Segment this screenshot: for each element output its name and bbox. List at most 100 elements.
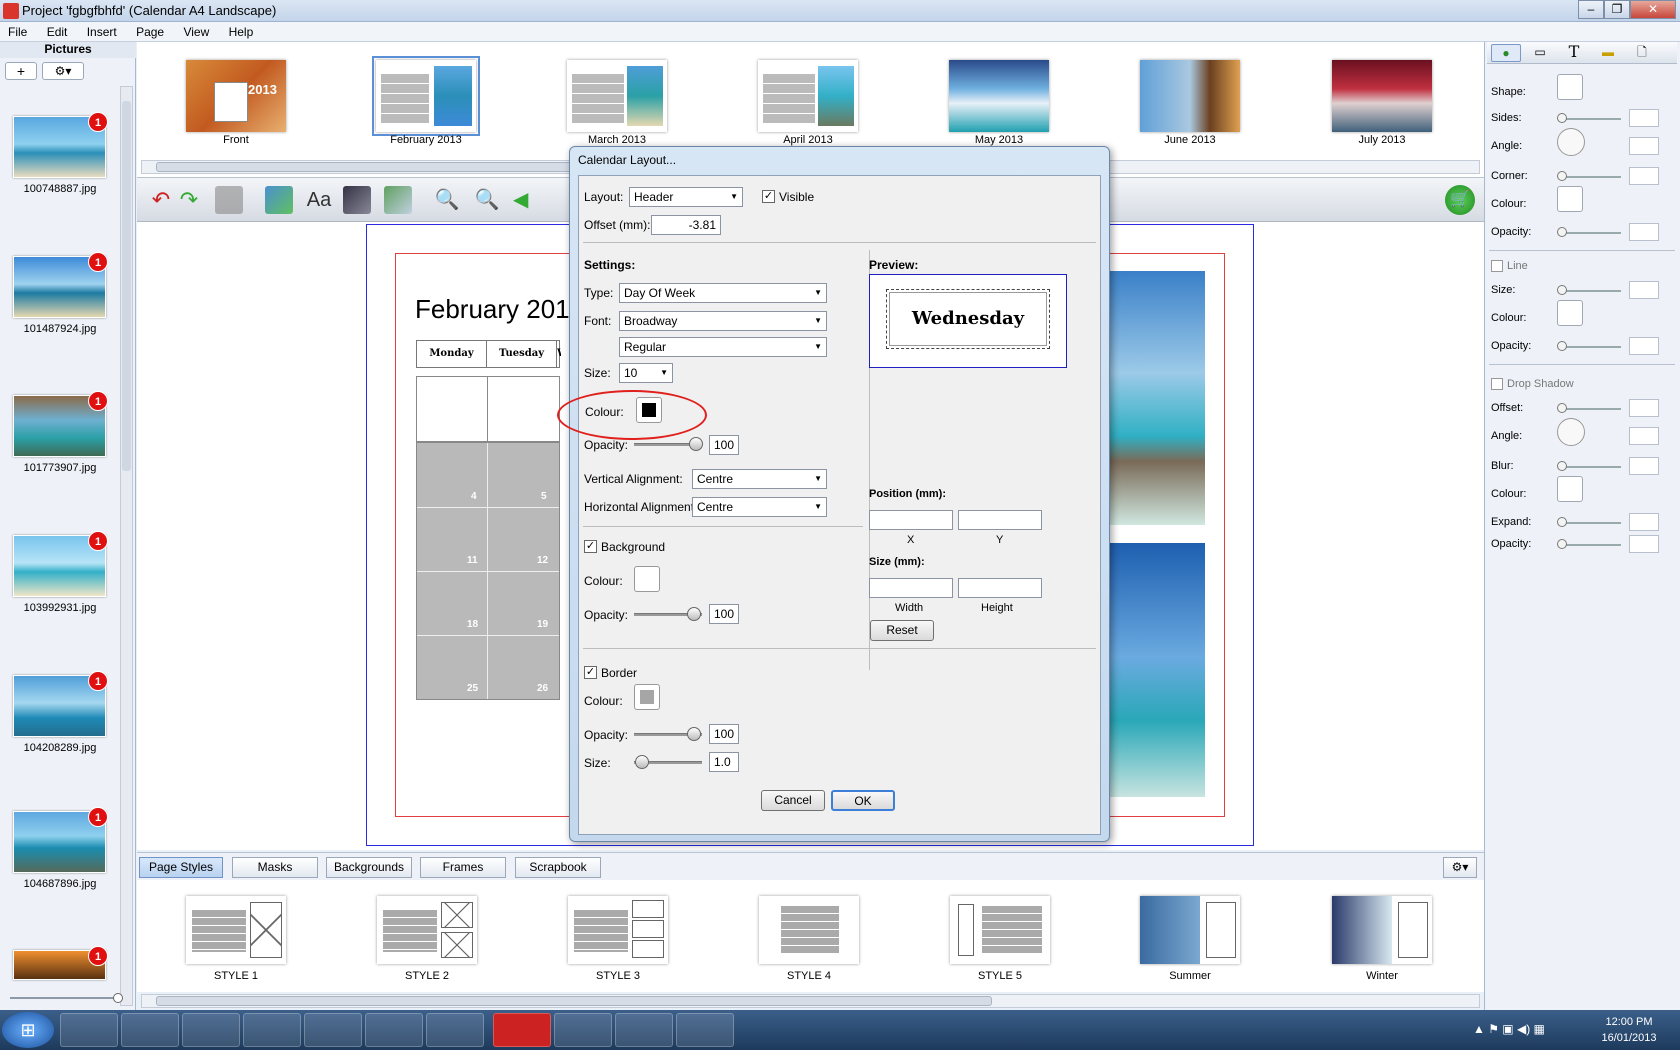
text-tab-icon[interactable]: T: [1559, 44, 1589, 62]
colour-swatch[interactable]: [1557, 186, 1583, 212]
style-thumb[interactable]: [1140, 896, 1240, 964]
opacity-input[interactable]: [1629, 223, 1659, 241]
style-thumb[interactable]: [568, 896, 668, 964]
menu-file[interactable]: File: [0, 22, 35, 42]
page-tab-icon[interactable]: 🗋: [1627, 44, 1657, 62]
halign-select[interactable]: Centre: [692, 497, 827, 517]
style-thumb[interactable]: [377, 896, 477, 964]
start-button[interactable]: ⊞: [2, 1012, 54, 1048]
page-thumb-july[interactable]: [1332, 60, 1432, 132]
window-icon[interactable]: [365, 1013, 423, 1047]
background-checkbox[interactable]: ✓: [584, 540, 597, 553]
tab-scrapbook[interactable]: Scrapbook: [515, 857, 601, 878]
bg-opacity-slider-knob[interactable]: [687, 607, 701, 621]
pictures-scrollbar[interactable]: [120, 86, 133, 1006]
close-button[interactable]: ✕: [1630, 0, 1676, 19]
save-icon[interactable]: [215, 186, 243, 214]
shadow-offset-slider[interactable]: [1561, 408, 1621, 410]
menu-help[interactable]: Help: [221, 22, 262, 42]
scrollbar-thumb[interactable]: [156, 996, 992, 1006]
redo-icon[interactable]: ↷: [175, 186, 203, 214]
shadow-blur-slider[interactable]: [1561, 466, 1621, 468]
explorer-icon[interactable]: [121, 1013, 179, 1047]
zoom-out-icon[interactable]: 🔍: [433, 186, 461, 214]
opacity-knob[interactable]: [1557, 227, 1567, 237]
shadow-blur-input[interactable]: [1629, 457, 1659, 475]
media-player-icon[interactable]: [182, 1013, 240, 1047]
flag-icon[interactable]: [304, 1013, 362, 1047]
border-opacity-slider-knob[interactable]: [687, 727, 701, 741]
angle-input[interactable]: [1629, 137, 1659, 155]
arrow-left-icon[interactable]: ◀: [513, 186, 531, 214]
border-colour-swatch[interactable]: [634, 684, 660, 710]
width-input[interactable]: [869, 578, 953, 598]
page-thumb-june[interactable]: [1140, 60, 1240, 132]
zoom-slider[interactable]: [10, 997, 122, 999]
tray-icons[interactable]: ▲ ⚑ ▣ ◀) ▦: [1473, 1022, 1545, 1036]
line-opacity-knob[interactable]: [1557, 341, 1567, 351]
ok-button[interactable]: OK: [831, 790, 895, 811]
style-thumb[interactable]: [759, 896, 859, 964]
style-thumb[interactable]: [1332, 896, 1432, 964]
shadow-opacity-knob[interactable]: [1557, 539, 1567, 549]
paint-icon[interactable]: [676, 1013, 734, 1047]
cart-icon[interactable]: 🛒: [1445, 185, 1475, 215]
clock-time[interactable]: 12:00 PM: [1598, 1016, 1660, 1028]
bg-colour-swatch[interactable]: [634, 566, 660, 592]
type-select[interactable]: Day Of Week: [619, 283, 827, 303]
shadow-expand-slider[interactable]: [1561, 522, 1621, 524]
bg-opacity-input[interactable]: 100: [709, 604, 739, 624]
photobook-icon[interactable]: [493, 1013, 551, 1047]
restore-button[interactable]: ❐: [1604, 0, 1630, 19]
line-checkbox[interactable]: [1491, 260, 1503, 272]
line-size-knob[interactable]: [1557, 285, 1567, 295]
shadow-offset-knob[interactable]: [1557, 403, 1567, 413]
shadow-opacity-input[interactable]: [1629, 535, 1659, 553]
undo-icon[interactable]: ↶: [147, 186, 175, 214]
shape-picker[interactable]: [1557, 74, 1583, 100]
acrobat-icon[interactable]: [554, 1013, 612, 1047]
photo-bottom[interactable]: [1110, 543, 1205, 797]
font-style-select[interactable]: Regular: [619, 337, 827, 357]
line-opacity-slider[interactable]: [1561, 346, 1621, 348]
position-x-input[interactable]: [869, 510, 953, 530]
line-size-slider[interactable]: [1561, 290, 1621, 292]
day-header[interactable]: Monday: [417, 341, 487, 367]
drop-shadow-checkbox[interactable]: [1491, 378, 1503, 390]
height-input[interactable]: [958, 578, 1042, 598]
add-picture-icon[interactable]: [265, 186, 293, 214]
tab-page-styles[interactable]: Page Styles: [139, 857, 223, 878]
picture-viewer-icon[interactable]: [615, 1013, 673, 1047]
add-text-icon[interactable]: Aa: [305, 186, 333, 214]
shadow-angle-dial[interactable]: [1557, 418, 1585, 446]
frame-tab-icon[interactable]: ▭: [1525, 44, 1555, 62]
ruler-tab-icon[interactable]: ▬: [1593, 44, 1623, 62]
size-select[interactable]: 10: [619, 363, 673, 383]
opacity-slider-knob[interactable]: [689, 437, 703, 451]
styles-scrollbar[interactable]: [141, 994, 1480, 1008]
shadow-blur-knob[interactable]: [1557, 461, 1567, 471]
shape-tab-icon[interactable]: ●: [1491, 44, 1521, 62]
opacity-input[interactable]: 100: [709, 435, 739, 455]
border-checkbox[interactable]: ✓: [584, 666, 597, 679]
layout-select[interactable]: Header: [629, 187, 743, 207]
border-opacity-input[interactable]: 100: [709, 724, 739, 744]
style-thumb[interactable]: [186, 896, 286, 964]
scrollbar-thumb[interactable]: [122, 101, 131, 471]
gear-icon[interactable]: ⚙▾: [1443, 857, 1477, 878]
menu-edit[interactable]: Edit: [39, 22, 76, 42]
shadow-expand-input[interactable]: [1629, 513, 1659, 531]
shadow-expand-knob[interactable]: [1557, 517, 1567, 527]
tab-masks[interactable]: Masks: [232, 857, 318, 878]
page-thumb-april[interactable]: [758, 60, 858, 132]
line-size-input[interactable]: [1629, 281, 1659, 299]
ie-icon[interactable]: [243, 1013, 301, 1047]
border-size-slider-knob[interactable]: [635, 755, 649, 769]
position-y-input[interactable]: [958, 510, 1042, 530]
offset-input[interactable]: -3.81: [651, 215, 721, 235]
corner-knob[interactable]: [1557, 171, 1567, 181]
shadow-angle-input[interactable]: [1629, 427, 1659, 445]
opacity-slider[interactable]: [1561, 232, 1621, 234]
page-thumb-may[interactable]: [949, 60, 1049, 132]
sides-slider[interactable]: [1561, 118, 1621, 120]
